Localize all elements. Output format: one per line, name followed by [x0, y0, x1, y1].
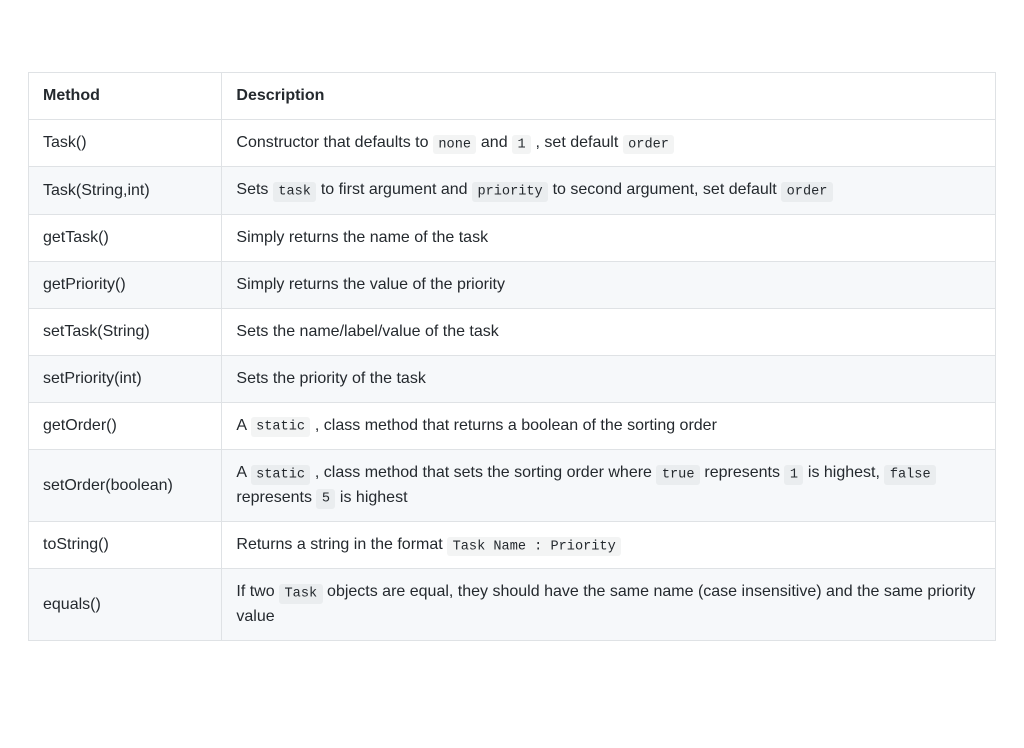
- inline-code: Task: [279, 584, 323, 604]
- inline-code: 5: [316, 489, 335, 509]
- inline-code: priority: [472, 182, 548, 202]
- description-cell: Returns a string in the format Task Name…: [222, 521, 996, 568]
- header-description: Description: [222, 73, 996, 120]
- method-cell: Task(String,int): [29, 167, 222, 214]
- table-row: setPriority(int)Sets the priority of the…: [29, 355, 996, 402]
- table-row: getOrder()A static , class method that r…: [29, 402, 996, 449]
- method-cell: getPriority(): [29, 261, 222, 308]
- table-body: Task()Constructor that defaults to none …: [29, 120, 996, 641]
- description-cell: A static , class method that sets the so…: [222, 450, 996, 522]
- description-cell: Sets task to first argument and priority…: [222, 167, 996, 214]
- method-cell: setPriority(int): [29, 355, 222, 402]
- inline-code: none: [433, 135, 477, 155]
- table-row: getPriority()Simply returns the value of…: [29, 261, 996, 308]
- description-cell: Simply returns the name of the task: [222, 214, 996, 261]
- table-row: toString()Returns a string in the format…: [29, 521, 996, 568]
- inline-code: static: [251, 417, 311, 437]
- inline-code: task: [273, 182, 317, 202]
- description-cell: Constructor that defaults to none and 1 …: [222, 120, 996, 167]
- inline-code: order: [781, 182, 833, 202]
- method-cell: equals(): [29, 569, 222, 640]
- table-row: equals()If two Task objects are equal, t…: [29, 569, 996, 640]
- description-cell: Sets the priority of the task: [222, 355, 996, 402]
- description-cell: If two Task objects are equal, they shou…: [222, 569, 996, 640]
- method-cell: getTask(): [29, 214, 222, 261]
- method-cell: toString(): [29, 521, 222, 568]
- inline-code: 1: [512, 135, 531, 155]
- inline-code: 1: [784, 465, 803, 485]
- table-row: Task(String,int)Sets task to first argum…: [29, 167, 996, 214]
- methods-table: Method Description Task()Constructor tha…: [28, 72, 996, 641]
- inline-code: true: [656, 465, 700, 485]
- description-cell: Simply returns the value of the priority: [222, 261, 996, 308]
- page-container: Method Description Task()Constructor tha…: [0, 0, 1024, 681]
- method-cell: getOrder(): [29, 402, 222, 449]
- inline-code: Task Name : Priority: [447, 537, 621, 557]
- table-header-row: Method Description: [29, 73, 996, 120]
- table-row: Task()Constructor that defaults to none …: [29, 120, 996, 167]
- method-cell: Task(): [29, 120, 222, 167]
- inline-code: false: [884, 465, 936, 485]
- inline-code: order: [623, 135, 675, 155]
- description-cell: A static , class method that returns a b…: [222, 402, 996, 449]
- header-method: Method: [29, 73, 222, 120]
- table-row: setTask(String)Sets the name/label/value…: [29, 308, 996, 355]
- description-cell: Sets the name/label/value of the task: [222, 308, 996, 355]
- inline-code: static: [251, 465, 311, 485]
- table-row: setOrder(boolean)A static , class method…: [29, 450, 996, 522]
- method-cell: setOrder(boolean): [29, 450, 222, 522]
- method-cell: setTask(String): [29, 308, 222, 355]
- table-row: getTask()Simply returns the name of the …: [29, 214, 996, 261]
